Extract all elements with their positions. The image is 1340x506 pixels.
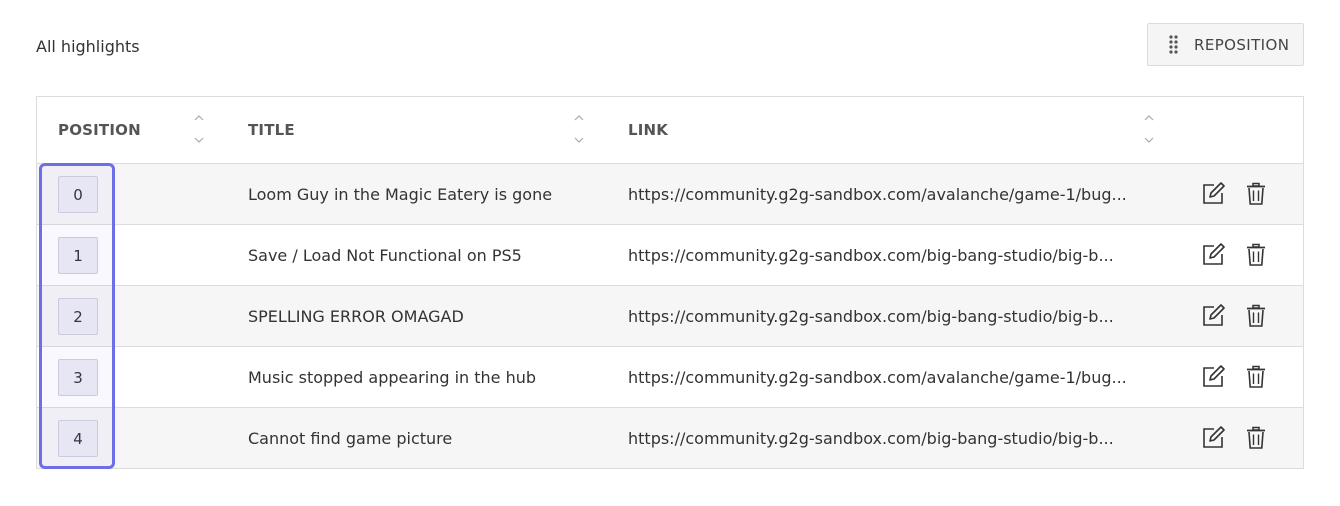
trash-icon[interactable] — [1244, 365, 1268, 389]
table-row: 0 Loom Guy in the Magic Eatery is gone h… — [37, 164, 1303, 225]
position-field[interactable]: 2 — [58, 298, 98, 335]
drag-handle-icon — [1169, 35, 1178, 54]
row-title: Music stopped appearing in the hub — [248, 367, 537, 387]
page-title: All highlights — [36, 37, 140, 56]
row-title: SPELLING ERROR OMAGAD — [248, 306, 464, 326]
highlights-table: POSITION TITLE LINK 0 Loom Guy in the Ma… — [36, 96, 1304, 469]
column-header-link[interactable]: LINK — [628, 97, 668, 163]
trash-icon[interactable] — [1244, 304, 1268, 328]
row-link[interactable]: https://community.g2g-sandbox.com/big-ba… — [628, 408, 1128, 468]
table-header: POSITION TITLE LINK — [37, 97, 1303, 164]
row-title: Cannot find game picture — [248, 428, 453, 448]
position-field[interactable]: 0 — [58, 176, 98, 213]
table-row: 4 Cannot find game picture https://commu… — [37, 408, 1303, 468]
table-row: 2 SPELLING ERROR OMAGAD https://communit… — [37, 286, 1303, 347]
edit-icon[interactable] — [1201, 243, 1225, 267]
table-row: 3 Music stopped appearing in the hub htt… — [37, 347, 1303, 408]
row-link[interactable]: https://community.g2g-sandbox.com/avalan… — [628, 347, 1128, 407]
sort-icon[interactable] — [1144, 115, 1154, 143]
row-link[interactable]: https://community.g2g-sandbox.com/big-ba… — [628, 286, 1128, 346]
position-field[interactable]: 1 — [58, 237, 98, 274]
sort-icon[interactable] — [194, 115, 204, 143]
edit-icon[interactable] — [1201, 426, 1225, 450]
edit-icon[interactable] — [1201, 304, 1225, 328]
reposition-button[interactable]: REPOSITION — [1147, 23, 1304, 66]
edit-icon[interactable] — [1201, 182, 1225, 206]
reposition-label: REPOSITION — [1194, 35, 1290, 54]
trash-icon[interactable] — [1244, 182, 1268, 206]
row-link[interactable]: https://community.g2g-sandbox.com/avalan… — [628, 164, 1128, 224]
sort-icon[interactable] — [574, 115, 584, 143]
row-title: Loom Guy in the Magic Eatery is gone — [248, 184, 553, 204]
trash-icon[interactable] — [1244, 426, 1268, 450]
column-header-title[interactable]: TITLE — [248, 97, 295, 163]
edit-icon[interactable] — [1201, 365, 1225, 389]
trash-icon[interactable] — [1244, 243, 1268, 267]
row-link[interactable]: https://community.g2g-sandbox.com/big-ba… — [628, 225, 1128, 285]
table-row: 1 Save / Load Not Functional on PS5 http… — [37, 225, 1303, 286]
row-title: Save / Load Not Functional on PS5 — [248, 245, 522, 265]
position-field[interactable]: 3 — [58, 359, 98, 396]
position-field[interactable]: 4 — [58, 420, 98, 457]
column-header-position[interactable]: POSITION — [58, 97, 141, 163]
